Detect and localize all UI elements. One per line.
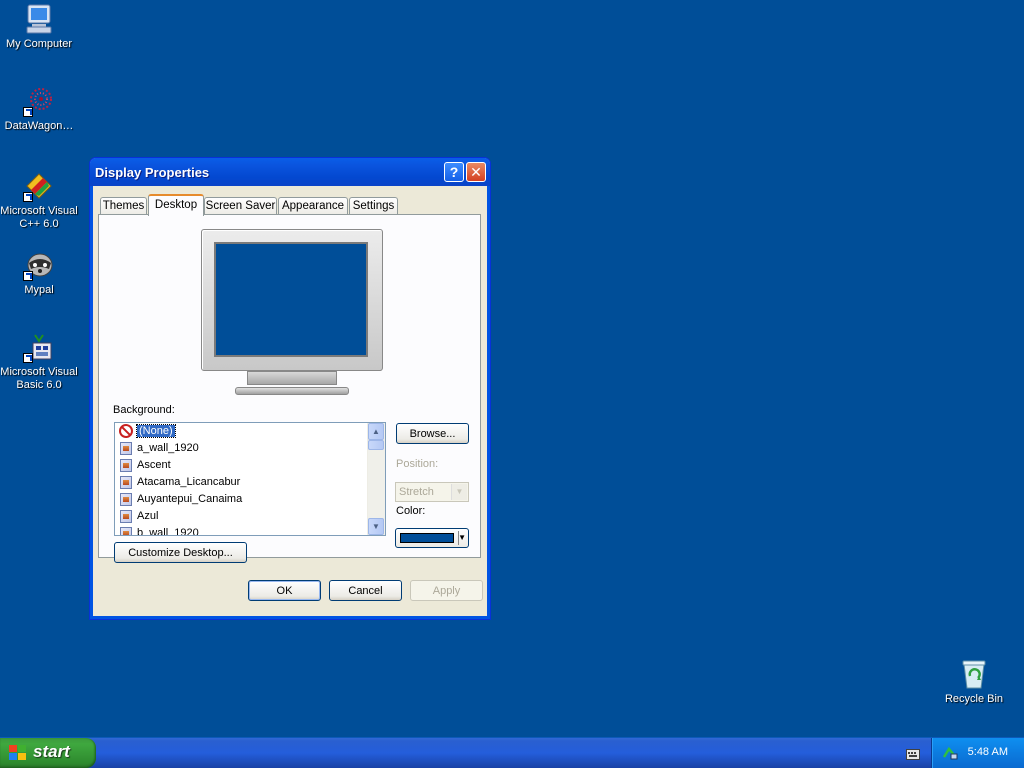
desktop-icon-visual-basic[interactable]: Microsoft Visual Basic 6.0 [0,331,78,392]
image-file-icon [120,493,132,506]
tab-themes[interactable]: Themes [100,197,147,215]
network-icon[interactable] [942,745,958,761]
recycle-bin-icon [958,658,990,690]
shortcut-arrow-icon [23,271,33,281]
tab-appearance[interactable]: Appearance [278,197,348,215]
visual-basic-icon [23,331,55,363]
window-client: Themes Desktop Screen Saver Appearance S… [94,186,486,615]
tab-desktop[interactable]: Desktop [148,194,204,216]
keyboard-icon[interactable] [906,747,920,760]
listbox-scrollbar[interactable]: ▲ ▼ [367,423,385,535]
image-file-icon [120,442,132,455]
close-button[interactable]: ✕ [466,162,486,182]
customize-desktop-button[interactable]: Customize Desktop... [114,542,247,563]
chevron-down-icon: ▼ [458,533,466,542]
shortcut-arrow-icon [23,353,33,363]
window-title: Display Properties [95,165,210,180]
list-item[interactable]: (None) [115,423,385,440]
desktop-icon-my-computer[interactable]: My Computer [0,3,78,51]
list-item[interactable]: Ascent [115,457,385,474]
list-item[interactable]: b_wall_1920 [115,525,385,535]
shortcut-arrow-icon [23,192,33,202]
chevron-down-icon: ▼ [372,522,380,531]
system-tray: 5:48 AM [931,738,1024,768]
position-select[interactable]: Stretch ▼ [395,482,469,502]
background-label: Background: [113,404,175,416]
start-button[interactable]: start [0,738,96,768]
image-file-icon [120,476,132,489]
desktop-icon-label: Microsoft Visual C++ 6.0 [0,205,78,230]
ok-button[interactable]: OK [248,580,321,601]
windows-logo-icon [9,745,27,761]
close-icon: ✕ [470,164,482,180]
tab-settings[interactable]: Settings [349,197,398,215]
position-label: Position: [396,458,439,470]
desktop-icon-label: Mypal [24,284,54,296]
monitor-frame [201,229,383,371]
desktop-icon-datawagon[interactable]: DataWagon… [0,85,78,133]
color-picker-button[interactable]: ▼ [395,528,469,548]
datawagon-icon [23,85,55,117]
mypal-icon [23,249,55,281]
desktop-icon-label: DataWagon… [4,120,74,132]
image-file-icon [120,510,132,523]
color-label: Color: [396,505,426,517]
list-item[interactable]: Azul [115,508,385,525]
desktop-icon-mypal[interactable]: Mypal [0,249,78,297]
desktop-tab-panel: Background: (None) a_wall_1920 Ascent At… [98,214,481,563]
chevron-up-icon: ▲ [372,427,380,436]
browse-button[interactable]: Browse... [396,423,469,444]
scroll-down-button[interactable]: ▼ [368,518,384,535]
image-file-icon [120,527,132,535]
apply-button[interactable]: Apply [410,580,483,601]
color-swatch [400,533,454,543]
display-properties-window: Display Properties ? ✕ Themes Desktop Sc… [89,157,491,620]
position-value: Stretch [399,486,434,498]
monitor-preview [195,229,389,401]
list-item[interactable]: Atacama_Licancabur [115,474,385,491]
desktop-icon-label: Recycle Bin [944,693,1004,705]
background-listbox[interactable]: (None) a_wall_1920 Ascent Atacama_Licanc… [114,422,386,536]
monitor-neck [247,371,337,385]
monitor-screen [214,242,368,357]
tab-screen-saver[interactable]: Screen Saver [204,197,277,215]
list-item[interactable]: Auyantepui_Canaima [115,491,385,508]
none-icon [119,424,133,438]
help-button[interactable]: ? [444,162,464,182]
window-titlebar[interactable]: Display Properties ? ✕ [90,158,490,186]
scroll-thumb[interactable] [368,440,384,450]
list-item[interactable]: a_wall_1920 [115,440,385,457]
scroll-up-button[interactable]: ▲ [368,423,384,440]
computer-icon [23,3,55,35]
desktop-icon-recycle-bin[interactable]: Recycle Bin [935,658,1013,706]
clock[interactable]: 5:48 AM [968,746,1008,758]
cancel-button[interactable]: Cancel [329,580,402,601]
chevron-down-icon: ▼ [451,484,467,500]
taskbar: start 5:48 AM [0,737,1024,768]
desktop-icon-label: Microsoft Visual Basic 6.0 [0,366,78,391]
desktop-icon-label: My Computer [5,38,73,50]
shortcut-arrow-icon [23,107,33,117]
desktop-icon-visual-cpp[interactable]: Microsoft Visual C++ 6.0 [0,170,78,231]
image-file-icon [120,459,132,472]
visual-cpp-icon [23,170,55,202]
start-label: start [33,742,70,761]
monitor-base [235,387,349,395]
